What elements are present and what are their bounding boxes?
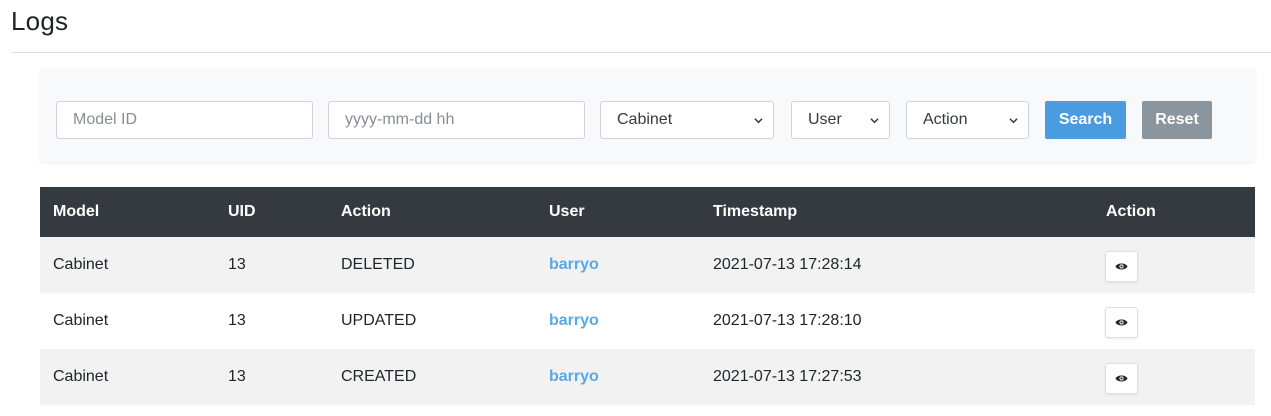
view-button[interactable] [1105,251,1138,282]
header-model: Model [53,203,100,220]
table-row: Cabinet 13 UPDATED barryo 2021-07-13 17:… [40,293,1255,349]
user-select[interactable]: User [791,101,890,139]
view-button[interactable] [1105,307,1138,338]
logs-table: Model UID Action User Timestamp Action C… [40,187,1255,405]
cell-model: Cabinet [53,312,109,329]
chevron-down-icon [1009,117,1018,123]
cell-action: DELETED [341,256,415,273]
eye-icon [1115,375,1128,382]
model-id-input[interactable] [56,101,313,139]
cell-uid: 13 [228,256,246,273]
chevron-down-icon [754,117,763,123]
user-link[interactable]: barryo [549,312,599,330]
eye-icon [1115,263,1128,270]
header-user: User [549,203,585,220]
title-divider [11,52,1271,53]
header-timestamp: Timestamp [713,203,798,220]
view-button[interactable] [1105,363,1138,394]
cell-timestamp: 2021-07-13 17:28:14 [713,256,862,273]
header-actions: Action [1106,203,1156,220]
model-select-value: Cabinet [617,111,673,128]
model-select[interactable]: Cabinet [600,101,774,139]
filter-panel: Cabinet User Action Search Reset [40,69,1255,162]
user-select-value: User [808,111,842,128]
table-row: Cabinet 13 DELETED barryo 2021-07-13 17:… [40,237,1255,293]
cell-uid: 13 [228,312,246,329]
eye-icon [1115,319,1128,326]
cell-timestamp: 2021-07-13 17:28:10 [713,312,862,329]
page-title: Logs [11,6,69,36]
table-row: Cabinet 13 CREATED barryo 2021-07-13 17:… [40,349,1255,405]
chevron-down-icon [870,117,879,123]
cell-model: Cabinet [53,368,109,385]
cell-action: CREATED [341,368,417,385]
user-link[interactable]: barryo [549,368,599,386]
cell-uid: 13 [228,368,246,385]
action-select[interactable]: Action [906,101,1029,139]
cell-action: UPDATED [341,312,417,329]
cell-model: Cabinet [53,256,109,273]
action-select-value: Action [923,111,968,128]
search-button[interactable]: Search [1045,101,1126,139]
table-header: Model UID Action User Timestamp Action [40,187,1255,237]
cell-timestamp: 2021-07-13 17:27:53 [713,368,862,385]
reset-button[interactable]: Reset [1142,101,1212,139]
timestamp-input[interactable] [328,101,585,139]
header-action: Action [341,203,391,220]
header-uid: UID [228,203,256,220]
user-link[interactable]: barryo [549,256,599,274]
